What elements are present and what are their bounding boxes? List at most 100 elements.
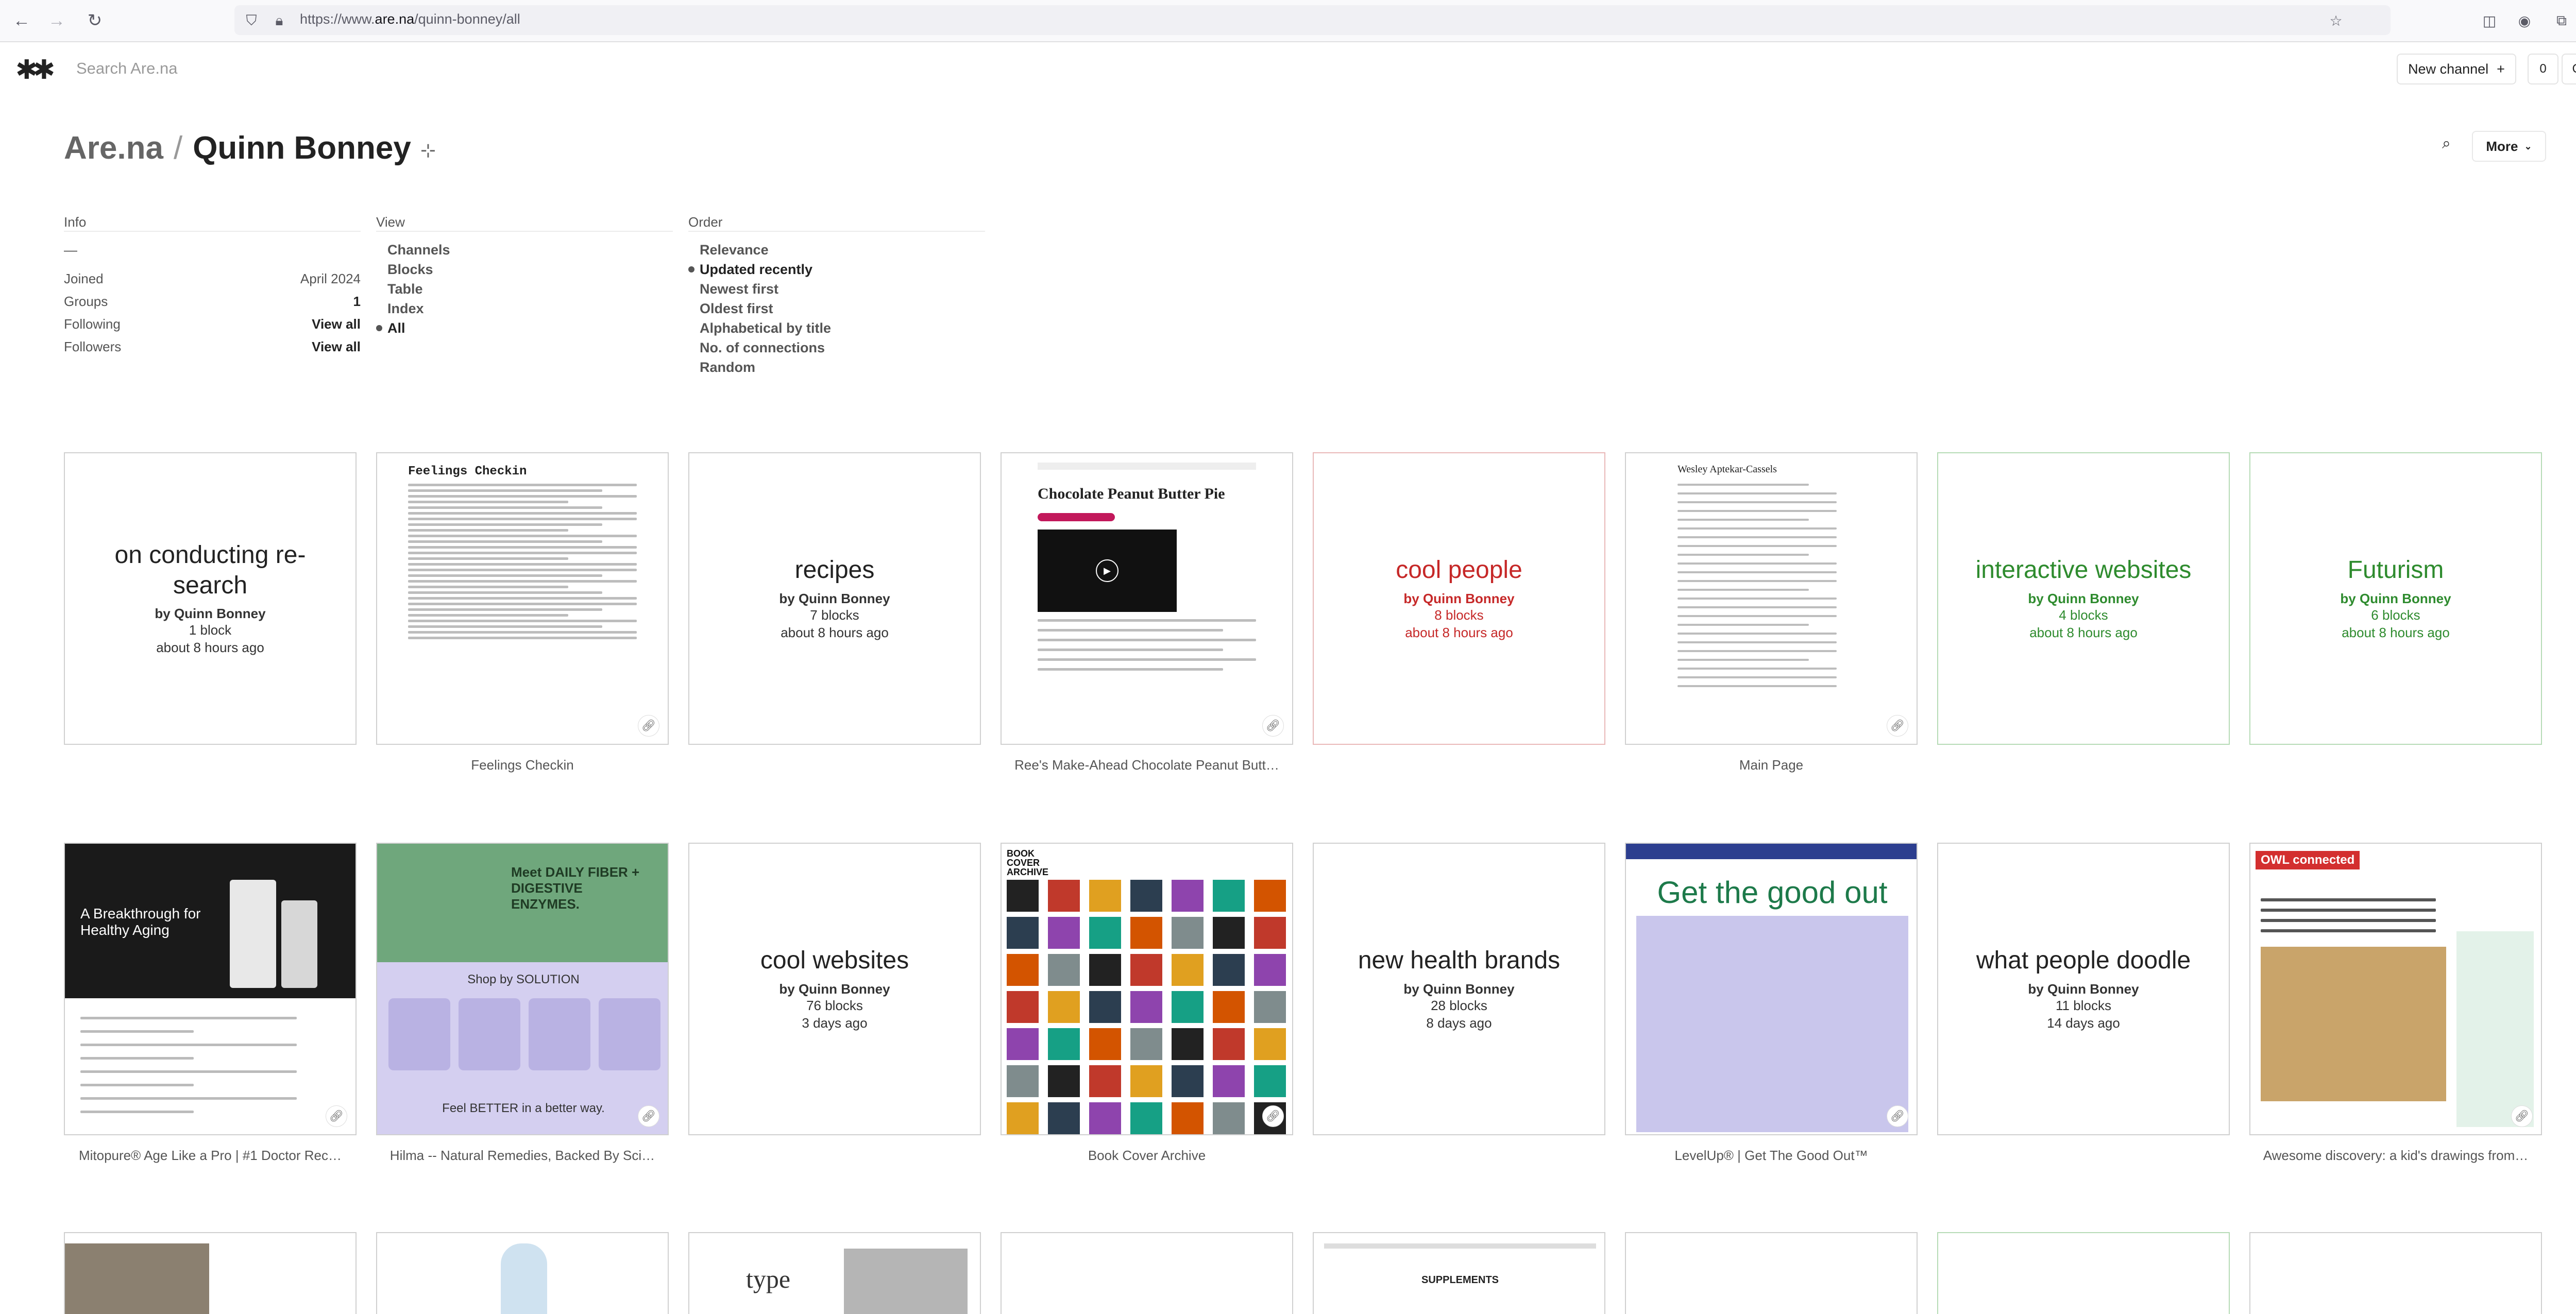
breadcrumb-home[interactable]: Are.na bbox=[64, 130, 163, 166]
info-value[interactable]: View all bbox=[312, 339, 361, 355]
block-caption[interactable]: Ree's Make-Ahead Chocolate Peanut Butt… bbox=[1001, 757, 1293, 773]
preview-line bbox=[408, 631, 637, 634]
block-card[interactable]: Chocolate Peanut Butter Pie ▶ 🔗︎ bbox=[1001, 452, 1293, 745]
account-icon[interactable]: ◉ bbox=[2514, 10, 2535, 31]
new-channel-button[interactable]: New channel + bbox=[2397, 54, 2516, 84]
extensions-icon[interactable]: ⧉ bbox=[2551, 10, 2572, 31]
channel-card[interactable]: on conducting re-search by Quinn Bonney 1 … bbox=[64, 452, 357, 745]
block-card[interactable]: Meet DAILY FIBER + DIGESTIVE ENZYMES. Sho… bbox=[376, 843, 669, 1135]
channel-card[interactable]: what people doodle by Quinn Bonney 11 bloc… bbox=[1937, 843, 2230, 1135]
link-icon[interactable]: 🔗︎ bbox=[1262, 715, 1284, 737]
info-value[interactable]: View all bbox=[312, 316, 361, 332]
grid-card-partial[interactable] bbox=[1625, 1232, 1918, 1314]
channel-title: cool websites bbox=[760, 947, 909, 975]
breadcrumb-separator: / bbox=[173, 130, 183, 166]
block-card[interactable]: BOOK COVER ARCHIVE 🔗︎ bbox=[1001, 843, 1293, 1135]
grid-card-partial[interactable] bbox=[1937, 1232, 2230, 1314]
channel-card[interactable]: Futurism by Quinn Bonney 6 blocks about 8 h… bbox=[2249, 452, 2542, 745]
link-icon[interactable]: 🔗︎ bbox=[1262, 1105, 1284, 1127]
url-text[interactable]: https://www.are.na/quinn-bonney/all bbox=[300, 11, 520, 27]
view-option-all[interactable]: All bbox=[376, 320, 405, 336]
play-icon: ▶ bbox=[1096, 559, 1118, 582]
preview-line bbox=[408, 637, 637, 639]
shield-icon[interactable]: ⛉ bbox=[241, 10, 262, 31]
search-input[interactable] bbox=[75, 59, 696, 78]
footer-tagline: Feel BETTER in a better way. bbox=[442, 1101, 605, 1115]
block-caption[interactable]: Hilma -- Natural Remedies, Backed By Sci… bbox=[376, 1148, 669, 1164]
pocket-icon[interactable]: ◫ bbox=[2479, 10, 2500, 31]
view-option-channels[interactable]: Channels bbox=[387, 242, 450, 258]
block-caption[interactable]: Feelings Checkin bbox=[376, 757, 669, 773]
channel-card[interactable]: cool websites by Quinn Bonney 76 blocks 3 d… bbox=[688, 843, 981, 1135]
block-caption[interactable]: Book Cover Archive bbox=[1001, 1148, 1293, 1164]
lock-icon[interactable]: 🔒︎ bbox=[269, 10, 290, 31]
bookmark-star-icon[interactable]: ☆ bbox=[2326, 10, 2346, 31]
book-cover bbox=[1130, 954, 1162, 986]
preview-line bbox=[408, 563, 637, 566]
block-card[interactable]: OWL connected 🔗︎ bbox=[2249, 843, 2542, 1135]
book-cover bbox=[1089, 1102, 1121, 1134]
preview-line bbox=[1677, 676, 1837, 678]
grid-card-partial[interactable]: type bbox=[688, 1232, 981, 1314]
block-card[interactable]: Wesley Aptekar-Cassels 🔗︎ bbox=[1625, 452, 1918, 745]
preview-line bbox=[1677, 589, 1809, 591]
channel-updated: about 8 hours ago bbox=[1405, 624, 1513, 640]
book-cover bbox=[1048, 1028, 1080, 1060]
forward-icon[interactable]: → bbox=[44, 8, 69, 33]
grid-card-partial[interactable]: SUPPLEMENTS bbox=[1313, 1232, 1605, 1314]
channel-card[interactable]: interactive websites by Quinn Bonney 4 blo… bbox=[1937, 452, 2230, 745]
book-cover bbox=[1130, 880, 1162, 912]
preview-line bbox=[1677, 562, 1837, 565]
photo-preview bbox=[65, 1243, 209, 1314]
order-option-oldest-first[interactable]: Oldest first bbox=[700, 301, 773, 317]
link-icon[interactable]: 🔗︎ bbox=[1887, 1105, 1908, 1127]
channel-card[interactable]: new health brands by Quinn Bonney 28 block… bbox=[1313, 843, 1605, 1135]
order-option-no-of-connections[interactable]: No. of connections bbox=[700, 340, 825, 356]
notifications-button[interactable]: 0 bbox=[2528, 54, 2558, 84]
preview-line bbox=[408, 574, 603, 577]
info-row-joined: Joined April 2024 bbox=[64, 271, 361, 287]
view-option-table[interactable]: Table bbox=[387, 281, 423, 297]
view-option-blocks[interactable]: Blocks bbox=[387, 262, 433, 278]
block-card[interactable]: Feelings Checkin 🔗︎ bbox=[376, 452, 669, 745]
preview-line bbox=[2261, 919, 2436, 922]
block-caption[interactable]: LevelUp® | Get The Good Out™ bbox=[1625, 1148, 1918, 1164]
order-heading: Order bbox=[688, 214, 723, 230]
grid-card-partial[interactable] bbox=[64, 1232, 357, 1314]
grid-card-partial[interactable] bbox=[376, 1232, 669, 1314]
block-card[interactable]: Get the good out 🔗︎ bbox=[1625, 843, 1918, 1135]
more-button[interactable]: More ⌄ bbox=[2472, 131, 2546, 162]
link-icon[interactable]: 🔗︎ bbox=[2511, 1105, 2533, 1127]
link-icon[interactable]: 🔗︎ bbox=[638, 715, 659, 737]
grid-card-partial[interactable] bbox=[2249, 1232, 2542, 1314]
video-preview: ▶ bbox=[1038, 530, 1177, 612]
order-option-updated-recently[interactable]: Updated recently bbox=[688, 262, 812, 278]
channel-card[interactable]: cool people by Quinn Bonney 8 blocks about … bbox=[1313, 452, 1605, 745]
reload-icon[interactable]: ↻ bbox=[82, 8, 107, 33]
block-card[interactable]: A Breakthrough for Healthy Aging 🔗︎ bbox=[64, 843, 357, 1135]
preview-line bbox=[408, 603, 637, 605]
profile-name[interactable]: Quinn Bonney bbox=[193, 130, 411, 166]
preview-line bbox=[80, 1017, 297, 1019]
book-cover bbox=[1213, 880, 1245, 912]
block-caption[interactable]: Mitopure® Age Like a Pro | #1 Doctor Rec… bbox=[64, 1148, 357, 1164]
grid-card-partial[interactable] bbox=[1001, 1232, 1293, 1314]
order-option-newest-first[interactable]: Newest first bbox=[700, 281, 778, 297]
block-caption[interactable]: Awesome discovery: a kid's drawings from… bbox=[2249, 1148, 2542, 1164]
order-option-alphabetical-by-title[interactable]: Alphabetical by title bbox=[700, 320, 831, 336]
block-caption[interactable]: Main Page bbox=[1625, 757, 1918, 773]
back-icon[interactable]: ← bbox=[9, 8, 34, 33]
order-option-random[interactable]: Random bbox=[700, 360, 755, 376]
profile-search-icon[interactable]: ⌕ bbox=[2442, 135, 2451, 152]
view-option-index[interactable]: Index bbox=[387, 301, 424, 317]
channel-card[interactable]: recipes by Quinn Bonney 7 blocks about 8 ho… bbox=[688, 452, 981, 745]
user-menu-button[interactable]: Q bbox=[2562, 54, 2576, 84]
link-icon[interactable]: 🔗︎ bbox=[638, 1105, 659, 1127]
arena-logo-icon[interactable]: ✱✱ bbox=[15, 55, 55, 86]
link-icon[interactable]: 🔗︎ bbox=[1887, 715, 1908, 737]
address-bar[interactable] bbox=[234, 5, 2391, 35]
order-option-relevance[interactable]: Relevance bbox=[700, 242, 769, 258]
book-cover bbox=[1213, 917, 1245, 949]
preview-line bbox=[1677, 536, 1837, 538]
link-icon[interactable]: 🔗︎ bbox=[326, 1105, 347, 1127]
